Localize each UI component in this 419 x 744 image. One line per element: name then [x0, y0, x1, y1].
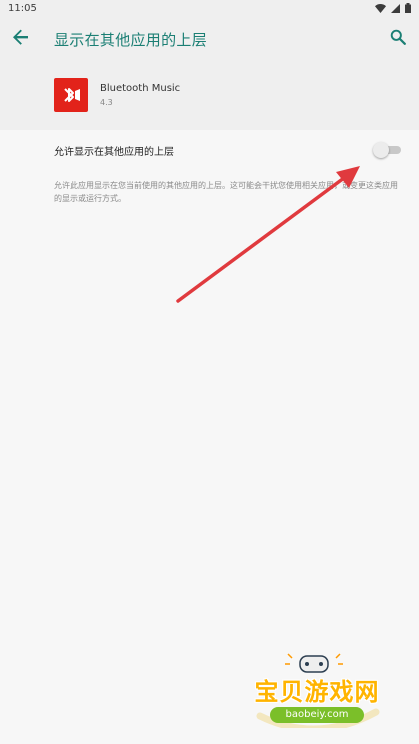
- app-version: 4.3: [100, 98, 113, 107]
- permit-overlay-label: 允许显示在其他应用的上层: [54, 147, 174, 158]
- app-name: Bluetooth Music: [100, 83, 181, 94]
- back-button[interactable]: [8, 26, 34, 52]
- signal-icon: [391, 3, 400, 16]
- app-header: Bluetooth Music 4.3: [0, 60, 419, 130]
- status-bar: 11:05: [0, 0, 419, 18]
- status-time: 11:05: [8, 3, 37, 14]
- battery-icon: [405, 3, 411, 16]
- permit-overlay-toggle[interactable]: [373, 142, 401, 158]
- search-icon: [390, 29, 406, 49]
- app-bar: 显示在其他应用的上层: [0, 18, 419, 60]
- watermark-domain: baobeiy.com: [270, 707, 364, 723]
- permit-overlay-row[interactable]: 允许显示在其他应用的上层: [0, 130, 419, 170]
- arrow-back-icon: [13, 29, 29, 49]
- bluetooth-music-app-icon: [54, 78, 88, 112]
- permission-description: 允许此应用显示在您当前使用的其他应用的上层。这可能会干扰您使用相关应用，或变更这…: [54, 181, 398, 203]
- toggle-thumb: [373, 142, 389, 158]
- watermark: 宝贝游戏网 baobeiy.com: [242, 652, 392, 728]
- status-icons: [375, 3, 411, 16]
- page-title: 显示在其他应用的上层: [54, 31, 208, 49]
- search-button[interactable]: [385, 26, 411, 52]
- watermark-text: 宝贝游戏网: [254, 678, 380, 706]
- wifi-icon: [375, 3, 386, 16]
